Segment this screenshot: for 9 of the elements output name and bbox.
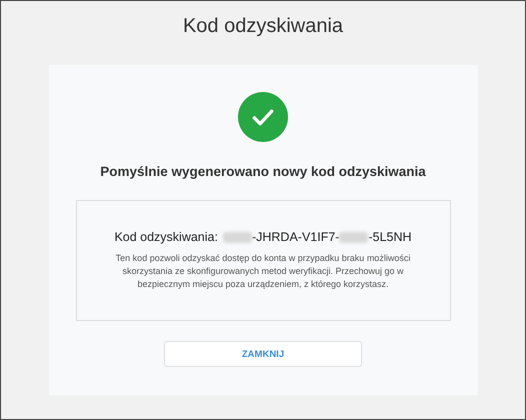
redacted-block — [339, 232, 368, 242]
success-heading: Pomyślnie wygenerowano nowy kod odzyskiwania — [100, 164, 426, 179]
code-fragment: -5L5NH — [368, 230, 412, 244]
code-fragment: -JHRDA-V1IF7- — [252, 230, 340, 244]
close-button[interactable]: ZAMKNIJ — [164, 341, 362, 367]
code-label: Kod odzyskiwania: — [114, 230, 218, 244]
page-title: Kod odzyskiwania — [182, 15, 344, 39]
code-description: Ten kod pozwoli odzyskać dostęp do konta w przypadku braku możliwości skorzystania ze skonfigurowanych metod weryfikacji. Przechowuj go w bezpiecznym miejscu poza urządzeniem, z którego korzystasz. — [114, 252, 412, 291]
redacted-block — [222, 232, 252, 242]
